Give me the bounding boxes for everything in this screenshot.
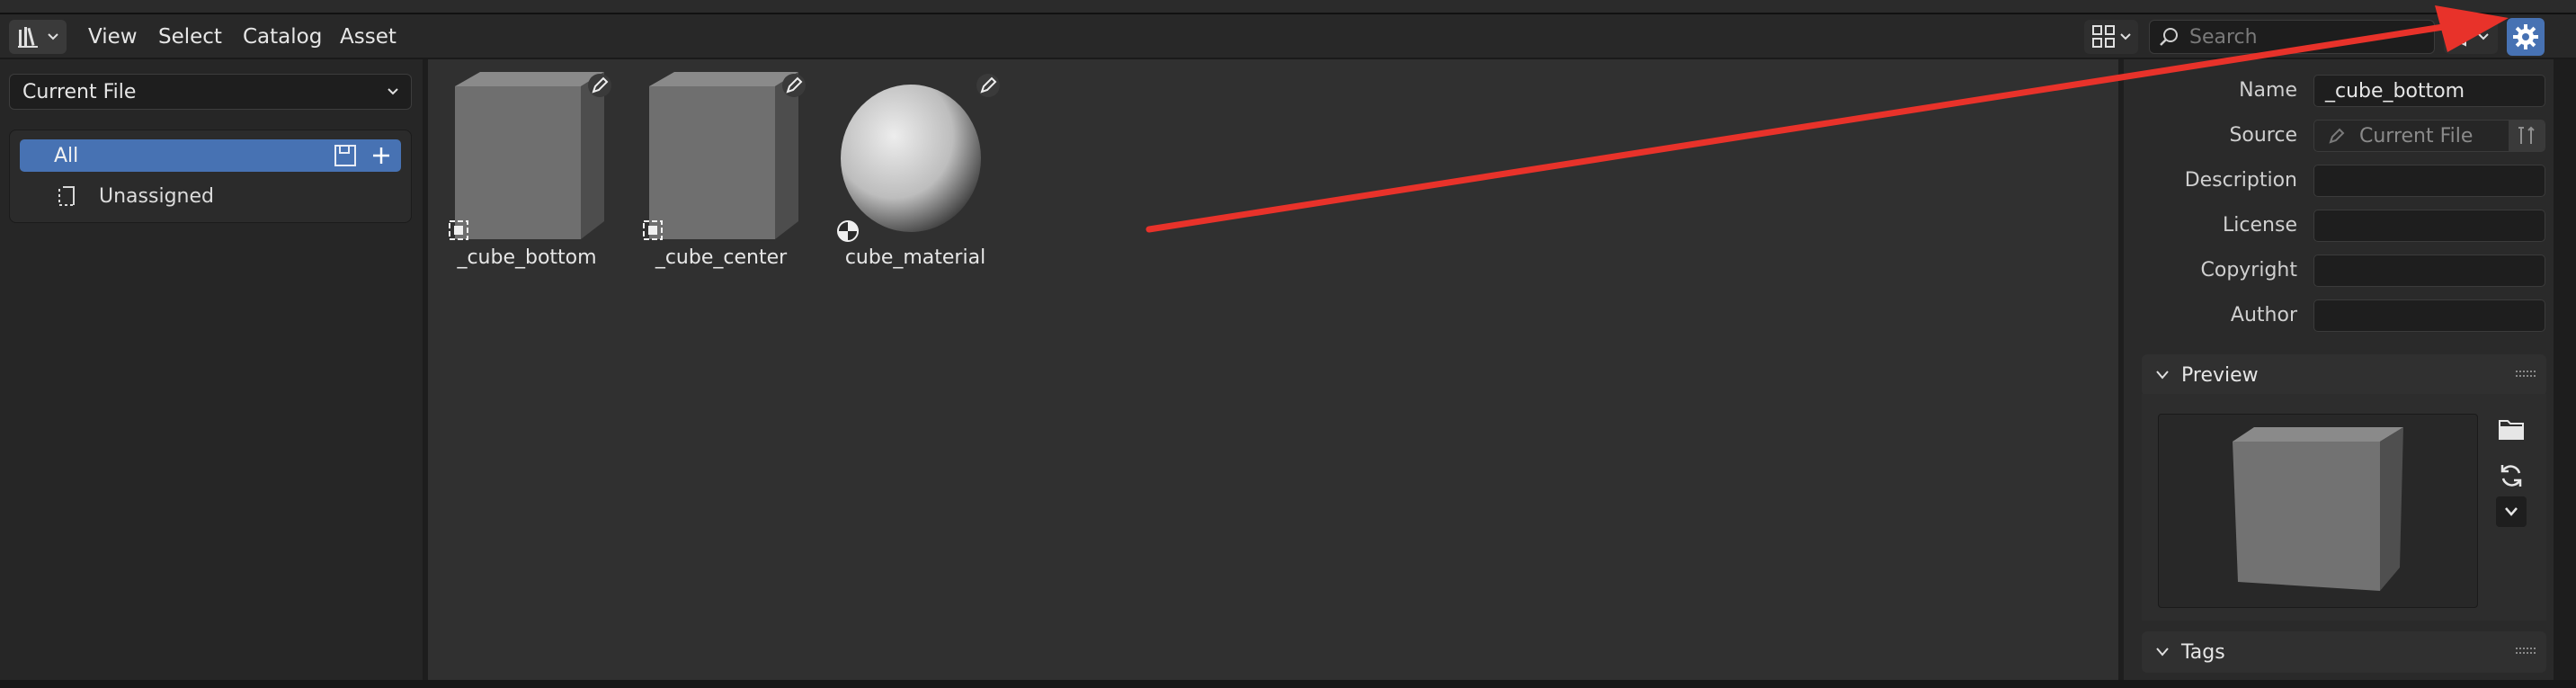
sidebar-scroll-region[interactable] xyxy=(2554,59,2576,684)
chevron-down-icon xyxy=(388,88,398,95)
edit-icon[interactable] xyxy=(586,72,613,99)
open-blend-file-button[interactable] xyxy=(2509,120,2545,152)
asset-preview-image xyxy=(2158,414,2478,608)
author-label: Author xyxy=(2230,304,2297,326)
window-top-border xyxy=(0,0,2576,14)
menu-view[interactable]: View xyxy=(79,20,147,54)
filter-button[interactable] xyxy=(2444,20,2498,54)
asset-tile-cube-center[interactable]: _cube_center xyxy=(631,68,811,284)
preview-options-button[interactable] xyxy=(2496,496,2527,527)
tags-panel-header[interactable]: Tags xyxy=(2142,631,2546,673)
panel-title: Preview xyxy=(2181,363,2259,387)
asset-tile-cube-bottom[interactable]: _cube_bottom xyxy=(437,68,617,284)
unassigned-catalog-icon xyxy=(56,183,79,209)
asset-name: _cube_bottom xyxy=(457,246,597,269)
chevron-down-icon xyxy=(2505,507,2518,516)
menu-select[interactable]: Select xyxy=(149,20,231,54)
gear-icon xyxy=(2513,24,2538,49)
object-type-icon xyxy=(643,220,663,240)
asset-tile-cube-material[interactable]: cube_material xyxy=(825,68,1005,284)
folder-icon xyxy=(2499,420,2524,440)
source-field-value: Current File xyxy=(2359,124,2473,147)
cube-preview-thumbnail xyxy=(455,72,604,239)
edit-icon[interactable] xyxy=(780,72,807,99)
editor-type-button[interactable] xyxy=(9,20,67,54)
name-field-value: _cube_bottom xyxy=(2325,79,2465,103)
license-field[interactable] xyxy=(2313,210,2545,242)
chevron-down-icon xyxy=(2156,371,2169,380)
cube-preview xyxy=(2233,427,2403,591)
grid-icon xyxy=(2092,25,2115,48)
catalog-item-label: Unassigned xyxy=(99,184,214,208)
filter-icon xyxy=(2452,28,2475,47)
window-bottom-border xyxy=(0,680,2576,688)
description-label: Description xyxy=(2184,169,2297,192)
library-dropdown-value: Current File xyxy=(22,80,137,103)
copyright-field[interactable] xyxy=(2313,255,2545,287)
catalog-item-unassigned[interactable]: Unassigned xyxy=(99,180,214,212)
search-field[interactable] xyxy=(2149,20,2435,54)
name-label: Name xyxy=(2239,79,2297,102)
material-sphere-thumbnail xyxy=(841,85,981,232)
catalog-item-label: All xyxy=(54,144,79,167)
search-input[interactable] xyxy=(2188,24,2398,49)
preview-panel-header[interactable]: Preview xyxy=(2142,354,2546,396)
object-type-icon xyxy=(449,220,468,240)
author-field[interactable] xyxy=(2313,299,2545,332)
library-dropdown[interactable]: Current File xyxy=(9,74,412,110)
generate-preview-button[interactable] xyxy=(2496,460,2527,491)
chevron-down-icon xyxy=(2156,648,2169,657)
edit-icon xyxy=(2329,128,2345,144)
description-field[interactable] xyxy=(2313,165,2545,197)
save-icon xyxy=(334,145,356,166)
refresh-icon xyxy=(2500,465,2522,487)
sidebar-toggle-button[interactable] xyxy=(2507,18,2545,56)
chevron-down-icon xyxy=(2120,33,2131,40)
panel-title: Tags xyxy=(2181,640,2225,664)
asset-name: _cube_center xyxy=(655,246,788,269)
plus-icon xyxy=(373,147,389,164)
asset-browser-icon xyxy=(18,27,38,48)
chevron-down-icon xyxy=(2478,33,2489,40)
name-field[interactable]: _cube_bottom xyxy=(2313,75,2545,107)
menu-catalog[interactable]: Catalog xyxy=(234,20,331,54)
source-label: Source xyxy=(2229,124,2297,147)
drag-handle-icon[interactable] xyxy=(2516,370,2536,379)
copyright-label: Copyright xyxy=(2200,259,2298,281)
search-icon xyxy=(2160,28,2178,46)
drag-handle-icon[interactable] xyxy=(2516,647,2536,656)
save-catalog-button[interactable] xyxy=(333,143,358,168)
material-type-icon xyxy=(837,220,859,242)
cube-preview-thumbnail xyxy=(649,72,798,239)
load-custom-preview-button[interactable] xyxy=(2496,414,2527,444)
license-label: License xyxy=(2223,214,2297,237)
add-catalog-button[interactable] xyxy=(369,143,394,168)
tool-icon xyxy=(2518,126,2535,144)
display-mode-button[interactable] xyxy=(2084,20,2138,54)
asset-name: cube_material xyxy=(844,246,986,269)
chevron-down-icon xyxy=(48,33,58,40)
menu-asset[interactable]: Asset xyxy=(331,20,406,54)
edit-icon[interactable] xyxy=(975,72,1002,99)
